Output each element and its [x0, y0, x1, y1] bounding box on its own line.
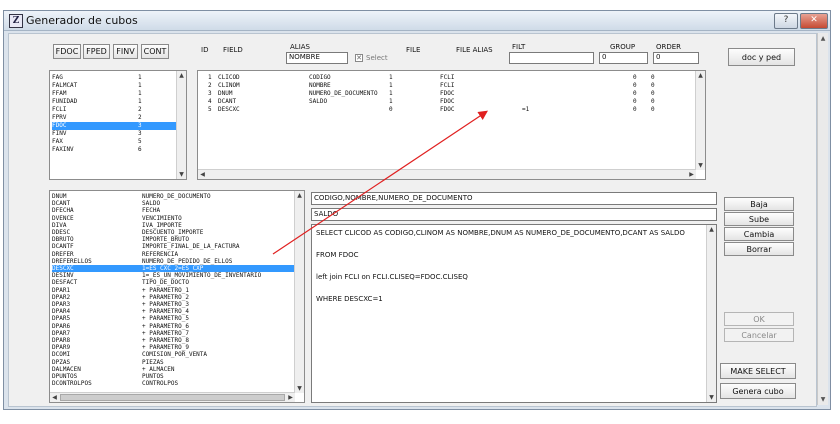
- annotation-arrow: [272, 110, 488, 255]
